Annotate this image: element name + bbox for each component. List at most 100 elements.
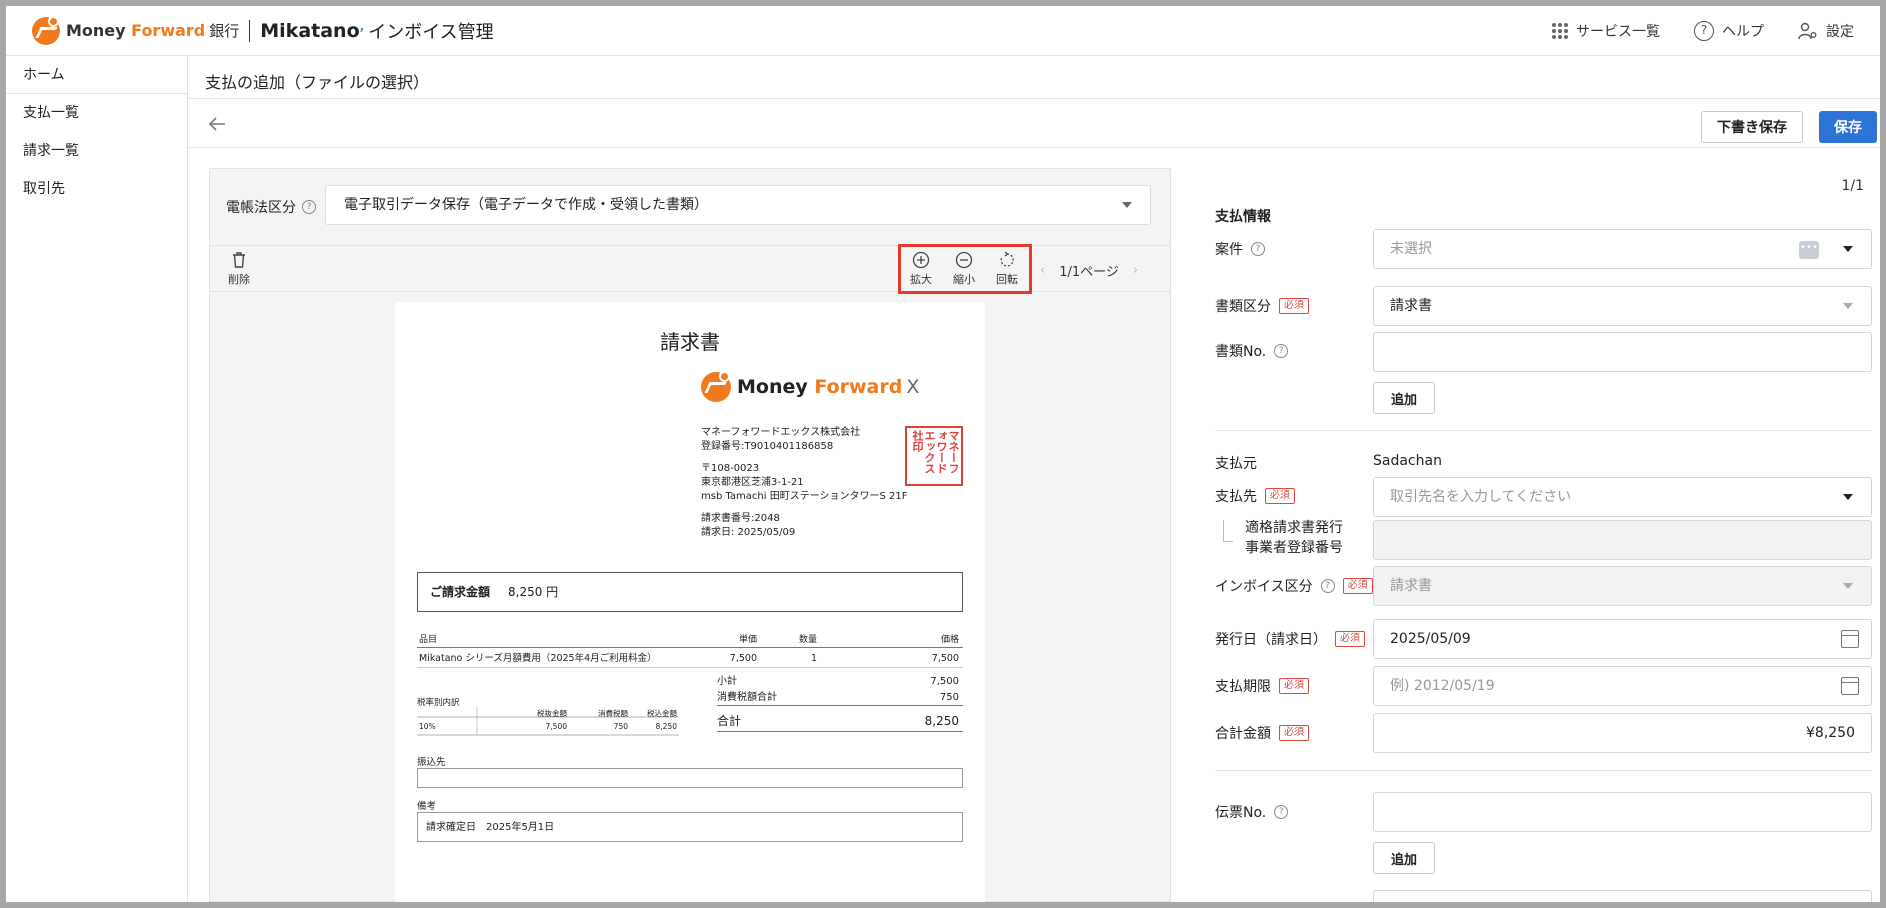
total-row: 合計 8,250 bbox=[717, 710, 963, 732]
required-badge: 必須 bbox=[1342, 578, 1373, 594]
zoom-controls-highlight bbox=[898, 244, 1032, 294]
notes-box: 請求確定日 2025年5月1日 bbox=[417, 812, 963, 842]
due-date-label: 支払期限 必須 bbox=[1215, 676, 1309, 696]
doc-no-input[interactable] bbox=[1373, 332, 1872, 372]
invoice-title: 請求書 bbox=[660, 330, 720, 354]
question-icon[interactable]: ? bbox=[1251, 242, 1265, 256]
services-menu[interactable]: サービス一覧 bbox=[1552, 21, 1660, 41]
form-pager: 1/1 bbox=[1841, 178, 1864, 194]
doc-type-label: 書類区分 必須 bbox=[1215, 296, 1309, 316]
more-icon[interactable]: ••• bbox=[1799, 241, 1819, 259]
add-doc-no-button[interactable]: 追加 bbox=[1373, 382, 1435, 414]
calendar-icon[interactable] bbox=[1841, 677, 1859, 695]
question-icon[interactable]: ? bbox=[302, 200, 316, 214]
bank-box bbox=[417, 768, 963, 788]
caret-down-icon bbox=[1843, 494, 1853, 500]
caret-down-icon bbox=[1122, 202, 1132, 208]
help-label: ヘルプ bbox=[1722, 23, 1764, 40]
registration-number-label: 適格請求書発行 事業者登録番号 bbox=[1245, 520, 1343, 556]
invoice-type-label: インボイス区分? 必須 bbox=[1215, 576, 1373, 596]
back-arrow-icon[interactable] bbox=[205, 112, 229, 136]
sidebar-item-home[interactable]: ホーム bbox=[6, 56, 187, 94]
items-table-header: 品目 単価 数量 価格 bbox=[417, 632, 963, 648]
invoice-type-select: 請求書 bbox=[1373, 566, 1872, 606]
title-divider bbox=[189, 98, 1880, 99]
issue-date-label: 発行日（請求日） 必須 bbox=[1215, 629, 1365, 649]
payment-form: 1/1 支払情報 案件? 未選択 ••• 書類区分 必須 請求書 書類No.? 追… bbox=[1195, 168, 1880, 902]
chevron-right-icon[interactable]: › bbox=[1133, 263, 1138, 278]
issuer-info: マネーフォワードエックス株式会社 登録番号:T9010401186858 〒10… bbox=[701, 427, 908, 538]
question-icon[interactable]: ? bbox=[1320, 579, 1335, 593]
save-button[interactable]: 保存 bbox=[1819, 111, 1877, 143]
page-navigation: ‹ 1/1ページ › bbox=[1040, 261, 1138, 280]
notes-label: 備考 bbox=[417, 801, 437, 812]
due-date-input[interactable]: 例) 2012/05/19 bbox=[1373, 666, 1872, 706]
calendar-icon[interactable] bbox=[1841, 630, 1859, 648]
brand-bank: 銀行 bbox=[209, 22, 240, 40]
header-actions: サービス一覧 ? ヘルプ 設定 bbox=[1552, 20, 1854, 41]
required-badge: 必須 bbox=[1279, 298, 1309, 314]
delete-button[interactable]: 削除 bbox=[228, 251, 250, 287]
next-field-input[interactable] bbox=[1373, 890, 1872, 902]
money-forward-logo-icon bbox=[32, 15, 60, 45]
brand-logo[interactable]: Money Forward 銀行 Mikatano’ インボイス管理 bbox=[32, 15, 494, 45]
invoice-preview: 請求書 Money Forward X マネーフォワードエックス株式会社 登録番号… bbox=[395, 302, 985, 902]
page-title: 支払の追加（ファイルの選択） bbox=[205, 73, 430, 92]
project-label: 案件? bbox=[1215, 239, 1265, 259]
question-icon[interactable]: ? bbox=[1274, 805, 1289, 819]
top-header: Money Forward 銀行 Mikatano’ インボイス管理 サービス一… bbox=[6, 6, 1880, 56]
payer-value: Sadachan bbox=[1373, 453, 1442, 469]
trash-icon bbox=[233, 252, 245, 268]
subtotal-row: 小計 7,500 bbox=[717, 676, 959, 687]
form-divider bbox=[1215, 430, 1872, 431]
document-viewer: 電帳法区分 ? 電子取引データ保存（電子データで作成・受領した書類） 削除 拡大 bbox=[209, 168, 1171, 902]
total-amount-input[interactable]: ¥8,250 bbox=[1373, 713, 1872, 753]
issuer-logo: Money Forward X bbox=[701, 371, 919, 402]
add-slip-no-button[interactable]: 追加 bbox=[1373, 842, 1435, 874]
save-draft-button[interactable]: 下書き保存 bbox=[1701, 111, 1803, 143]
sidebar-item-invoices[interactable]: 請求一覧 bbox=[6, 132, 187, 170]
tax-row: 消費税額合計 750 bbox=[717, 690, 963, 706]
payee-label: 支払先 必須 bbox=[1215, 486, 1295, 506]
product-subtitle: インボイス管理 bbox=[368, 21, 494, 43]
caret-down-icon bbox=[1843, 303, 1853, 309]
law-category-select[interactable]: 電子取引データ保存（電子データで作成・受領した書類） bbox=[325, 185, 1151, 225]
issue-date-input[interactable]: 2025/05/09 bbox=[1373, 619, 1872, 659]
help-menu[interactable]: ? ヘルプ bbox=[1694, 20, 1764, 41]
registration-number-field bbox=[1373, 520, 1872, 560]
slip-no-input[interactable] bbox=[1373, 792, 1872, 832]
caret-down-icon bbox=[1843, 246, 1853, 252]
chevron-left-icon[interactable]: ‹ bbox=[1040, 263, 1045, 278]
question-icon[interactable]: ? bbox=[1274, 344, 1289, 358]
sidebar-item-partners[interactable]: 取引先 bbox=[6, 170, 187, 208]
tree-connector bbox=[1223, 520, 1233, 542]
main-content: 支払の追加（ファイルの選択） 下書き保存 保存 電帳法区分 ? 電子取引データ保… bbox=[189, 56, 1880, 902]
help-icon: ? bbox=[1694, 20, 1714, 41]
product-name: Mikatano’ bbox=[260, 19, 365, 42]
money-forward-x-logo-icon bbox=[701, 371, 731, 402]
required-badge: 必須 bbox=[1265, 488, 1295, 504]
payee-select[interactable]: 取引先名を入力してください bbox=[1373, 477, 1872, 517]
user-settings-icon bbox=[1798, 22, 1817, 39]
bank-label: 振込先 bbox=[417, 757, 446, 768]
app-frame: Money Forward 銀行 Mikatano’ インボイス管理 サービス一… bbox=[6, 6, 1880, 902]
company-seal: マネーフォワードエックス社印 bbox=[905, 426, 963, 486]
settings-menu[interactable]: 設定 bbox=[1798, 21, 1854, 41]
viewer-toolbar: 削除 拡大 縮小 回転 ‹ 1/1ページ › bbox=[210, 244, 1170, 294]
caret-down-icon bbox=[1843, 583, 1853, 589]
project-select[interactable]: 未選択 ••• bbox=[1373, 229, 1872, 269]
sidebar: ホーム 支払一覧 請求一覧 取引先 bbox=[6, 56, 188, 902]
doc-type-select[interactable]: 請求書 bbox=[1373, 286, 1872, 326]
section-title: 支払情報 bbox=[1215, 209, 1271, 225]
toolbar-divider bbox=[189, 147, 1880, 148]
services-label: サービス一覧 bbox=[1576, 23, 1660, 40]
doc-no-label: 書類No.? bbox=[1215, 341, 1289, 361]
page-indicator: 1/1ページ bbox=[1059, 265, 1119, 280]
grid-icon bbox=[1552, 22, 1568, 39]
form-divider bbox=[1215, 770, 1872, 771]
total-amount-label: 合計金額 必須 bbox=[1215, 723, 1309, 743]
sidebar-item-payments[interactable]: 支払一覧 bbox=[6, 94, 187, 132]
required-badge: 必須 bbox=[1279, 678, 1309, 694]
required-badge: 必須 bbox=[1279, 725, 1309, 741]
settings-label: 設定 bbox=[1826, 23, 1854, 40]
